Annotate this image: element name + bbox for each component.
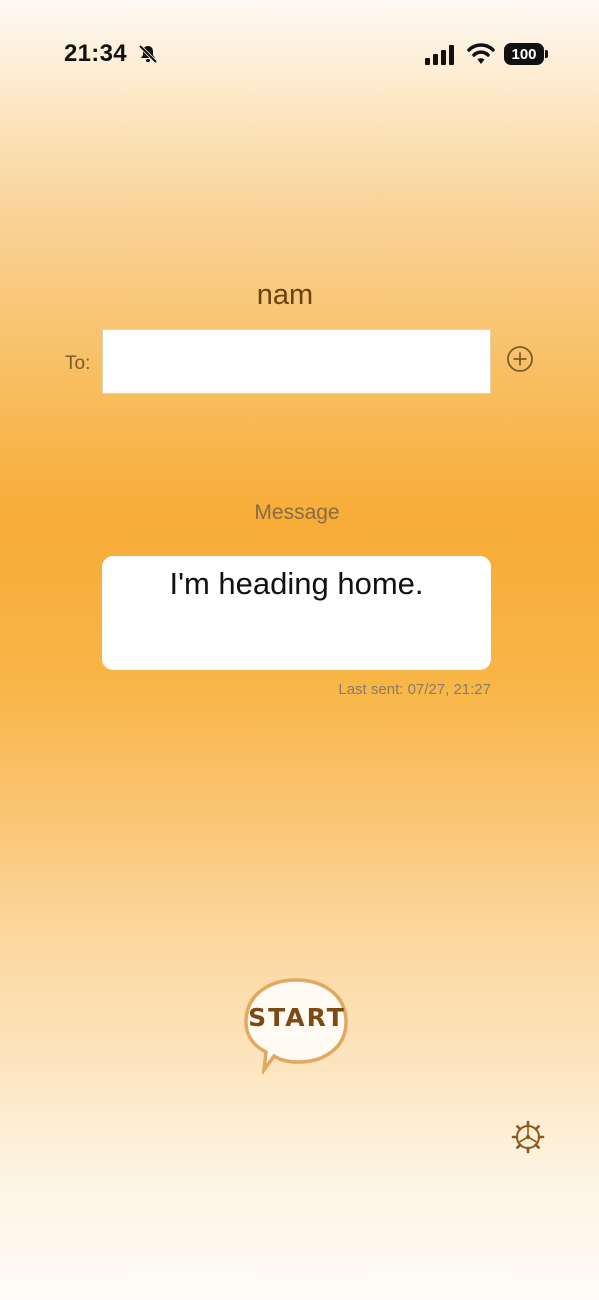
to-input[interactable]: [102, 329, 491, 394]
add-recipient-icon[interactable]: [506, 345, 534, 373]
status-time: 21:34: [64, 40, 127, 67]
cellular-signal-icon: [425, 45, 454, 65]
recipient-name: nam: [256, 279, 314, 311]
bell-slash-icon: [138, 44, 158, 64]
battery-cap: [545, 50, 548, 58]
battery-icon: 100: [504, 43, 544, 65]
message-label: Message: [254, 501, 340, 524]
to-label: To:: [65, 353, 91, 374]
message-input[interactable]: I'm heading home.: [102, 556, 491, 670]
last-sent-timestamp: Last sent: 07/27, 21:27: [338, 681, 491, 698]
gear-icon[interactable]: [511, 1120, 545, 1154]
wifi-icon: [467, 43, 495, 64]
start-label: START: [248, 1003, 346, 1032]
battery-level: 100: [511, 45, 537, 63]
